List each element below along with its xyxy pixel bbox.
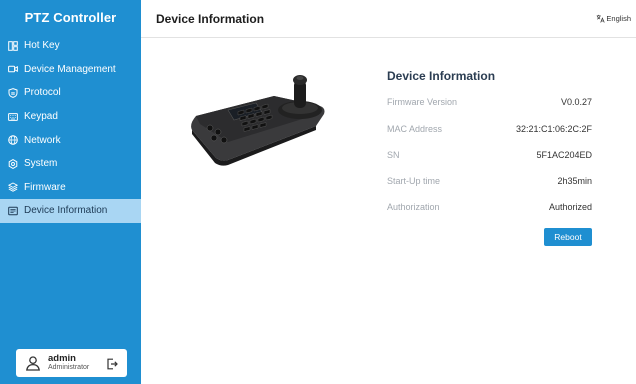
sidebar-item-label: Network xyxy=(24,134,61,146)
user-name: admin xyxy=(48,353,76,365)
sidebar-item-label: Device Management xyxy=(24,63,116,75)
sidebar-item-system[interactable]: System xyxy=(0,152,141,176)
app-root: PTZ Controller Hot Key Device Management… xyxy=(0,0,636,384)
sidebar-item-label: Device Information xyxy=(24,205,108,217)
brand-title: PTZ Controller xyxy=(24,9,117,25)
page-header: Device Information English xyxy=(141,0,636,38)
translate-icon xyxy=(596,14,606,23)
user-meta: admin Administrator xyxy=(48,354,89,371)
sidebar-item-label: Firmware xyxy=(24,181,66,193)
gear-icon xyxy=(8,158,18,169)
info-label: SN xyxy=(387,150,400,160)
info-value: 5F1AC204ED xyxy=(536,150,592,160)
info-label: Start-Up time xyxy=(387,176,441,186)
info-row-mac-address: MAC Address 32:21:C1:06:2C:2F xyxy=(387,124,592,134)
language-label: English xyxy=(606,14,631,23)
user-card: admin Administrator xyxy=(16,349,127,377)
sidebar-item-hot-key[interactable]: Hot Key xyxy=(0,34,141,58)
device-info-title: Device Information xyxy=(387,69,496,83)
camera-icon xyxy=(8,64,18,74)
sidebar-nav: Hot Key Device Management Protocol Keypa… xyxy=(0,34,141,223)
info-row-sn: SN 5F1AC204ED xyxy=(387,150,592,160)
sidebar-item-label: Keypad xyxy=(24,111,58,123)
info-label: Firmware Version xyxy=(387,97,458,107)
sidebar-item-network[interactable]: Network xyxy=(0,128,141,152)
info-value: 32:21:C1:06:2C:2F xyxy=(515,124,592,134)
sidebar-item-label: Protocol xyxy=(24,87,61,99)
sidebar-item-device-information[interactable]: Device Information xyxy=(0,199,141,223)
sidebar-item-protocol[interactable]: Protocol xyxy=(0,81,141,105)
id-card-icon xyxy=(8,206,18,216)
keyboard-icon xyxy=(8,112,18,122)
sidebar-item-keypad[interactable]: Keypad xyxy=(0,105,141,129)
layers-icon xyxy=(8,182,18,193)
globe-icon xyxy=(8,135,18,145)
language-switcher[interactable]: English xyxy=(596,14,631,23)
info-value: 2h35min xyxy=(557,176,592,186)
info-label: MAC Address xyxy=(387,124,443,134)
logout-icon[interactable] xyxy=(106,357,118,370)
info-row-authorization: Authorization Authorized xyxy=(387,202,592,212)
user-role: Administrator xyxy=(48,364,90,372)
ptz-keyboard-image xyxy=(188,68,328,170)
info-row-startup-time: Start-Up time 2h35min xyxy=(387,176,592,186)
user-avatar-icon xyxy=(25,355,41,371)
sidebar-item-label: Hot Key xyxy=(24,40,60,52)
shield-icon xyxy=(8,88,18,98)
sidebar: PTZ Controller Hot Key Device Management… xyxy=(0,0,141,384)
info-value: Authorized xyxy=(548,202,592,212)
info-label: Authorization xyxy=(387,202,440,212)
hotkey-icon xyxy=(8,40,18,51)
device-info-panel: Device Information Firmware Version V0.0… xyxy=(387,67,592,246)
reboot-button[interactable]: Reboot xyxy=(544,228,592,246)
info-value: V0.0.27 xyxy=(560,97,592,107)
sidebar-item-device-management[interactable]: Device Management xyxy=(0,58,141,82)
info-row-firmware-version: Firmware Version V0.0.27 xyxy=(387,97,592,107)
page-title: Device Information xyxy=(156,11,265,26)
sidebar-item-label: System xyxy=(24,158,58,170)
sidebar-item-firmware[interactable]: Firmware xyxy=(0,176,141,200)
